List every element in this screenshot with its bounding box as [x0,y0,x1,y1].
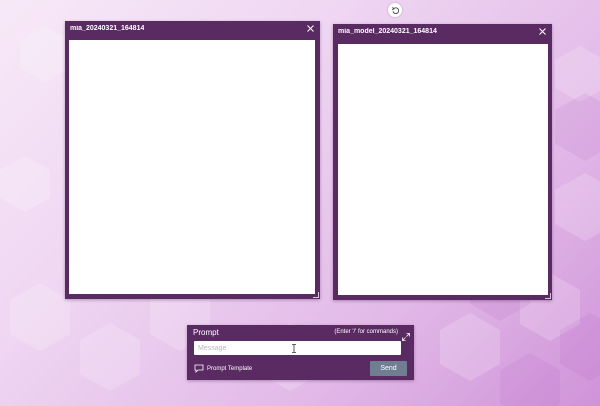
close-button[interactable] [306,24,315,33]
close-icon [307,25,314,32]
window-title: mia_model_20240321_164814 [338,28,437,35]
window-header[interactable]: mia_20240321_164814 [65,21,320,36]
undo-icon [391,6,399,14]
prompt-title: Prompt [193,328,219,337]
window-canvas[interactable] [69,40,315,294]
window-canvas[interactable] [338,44,548,295]
expand-icon [402,333,410,341]
chat-bubble-icon [194,364,204,373]
prompt-template-button[interactable]: Prompt Template [194,364,252,373]
expand-button[interactable] [402,328,410,341]
undo-button[interactable] [388,3,402,17]
close-icon [539,28,546,35]
canvas-window-model: mia_model_20240321_164814 [333,24,552,300]
canvas-window-original: mia_20240321_164814 [65,21,320,299]
resize-handle[interactable] [313,292,319,298]
prompt-template-label: Prompt Template [207,365,253,372]
message-input[interactable] [194,341,401,355]
prompt-panel: Prompt (Enter '/' for commands) Prompt T… [187,325,414,380]
resize-handle[interactable] [545,293,551,299]
close-button[interactable] [538,27,547,36]
window-header[interactable]: mia_model_20240321_164814 [333,24,552,39]
window-title: mia_20240321_164814 [70,25,145,32]
prompt-hint: (Enter '/' for commands) [334,329,398,335]
send-button[interactable]: Send [370,361,407,376]
